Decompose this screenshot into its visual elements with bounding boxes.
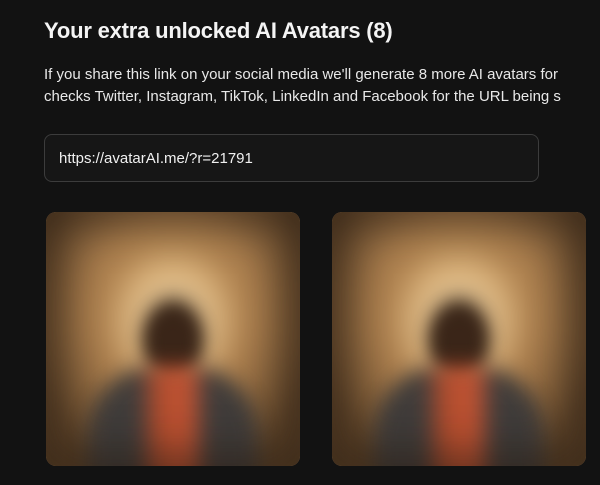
avatar-vignette: [332, 212, 586, 466]
avatar-card[interactable]: [332, 212, 586, 466]
page-title: Your extra unlocked AI Avatars (8): [44, 18, 393, 43]
share-link-field[interactable]: [44, 134, 539, 182]
avatar-card[interactable]: [46, 212, 300, 466]
share-description-line-1: If you share this link on your social me…: [44, 66, 558, 83]
avatar-grid: [46, 212, 600, 485]
avatar-vignette: [46, 212, 300, 466]
share-description: If you share this link on your social me…: [44, 64, 600, 108]
share-description-line-2: checks Twitter, Instagram, TikTok, Linke…: [44, 88, 561, 105]
